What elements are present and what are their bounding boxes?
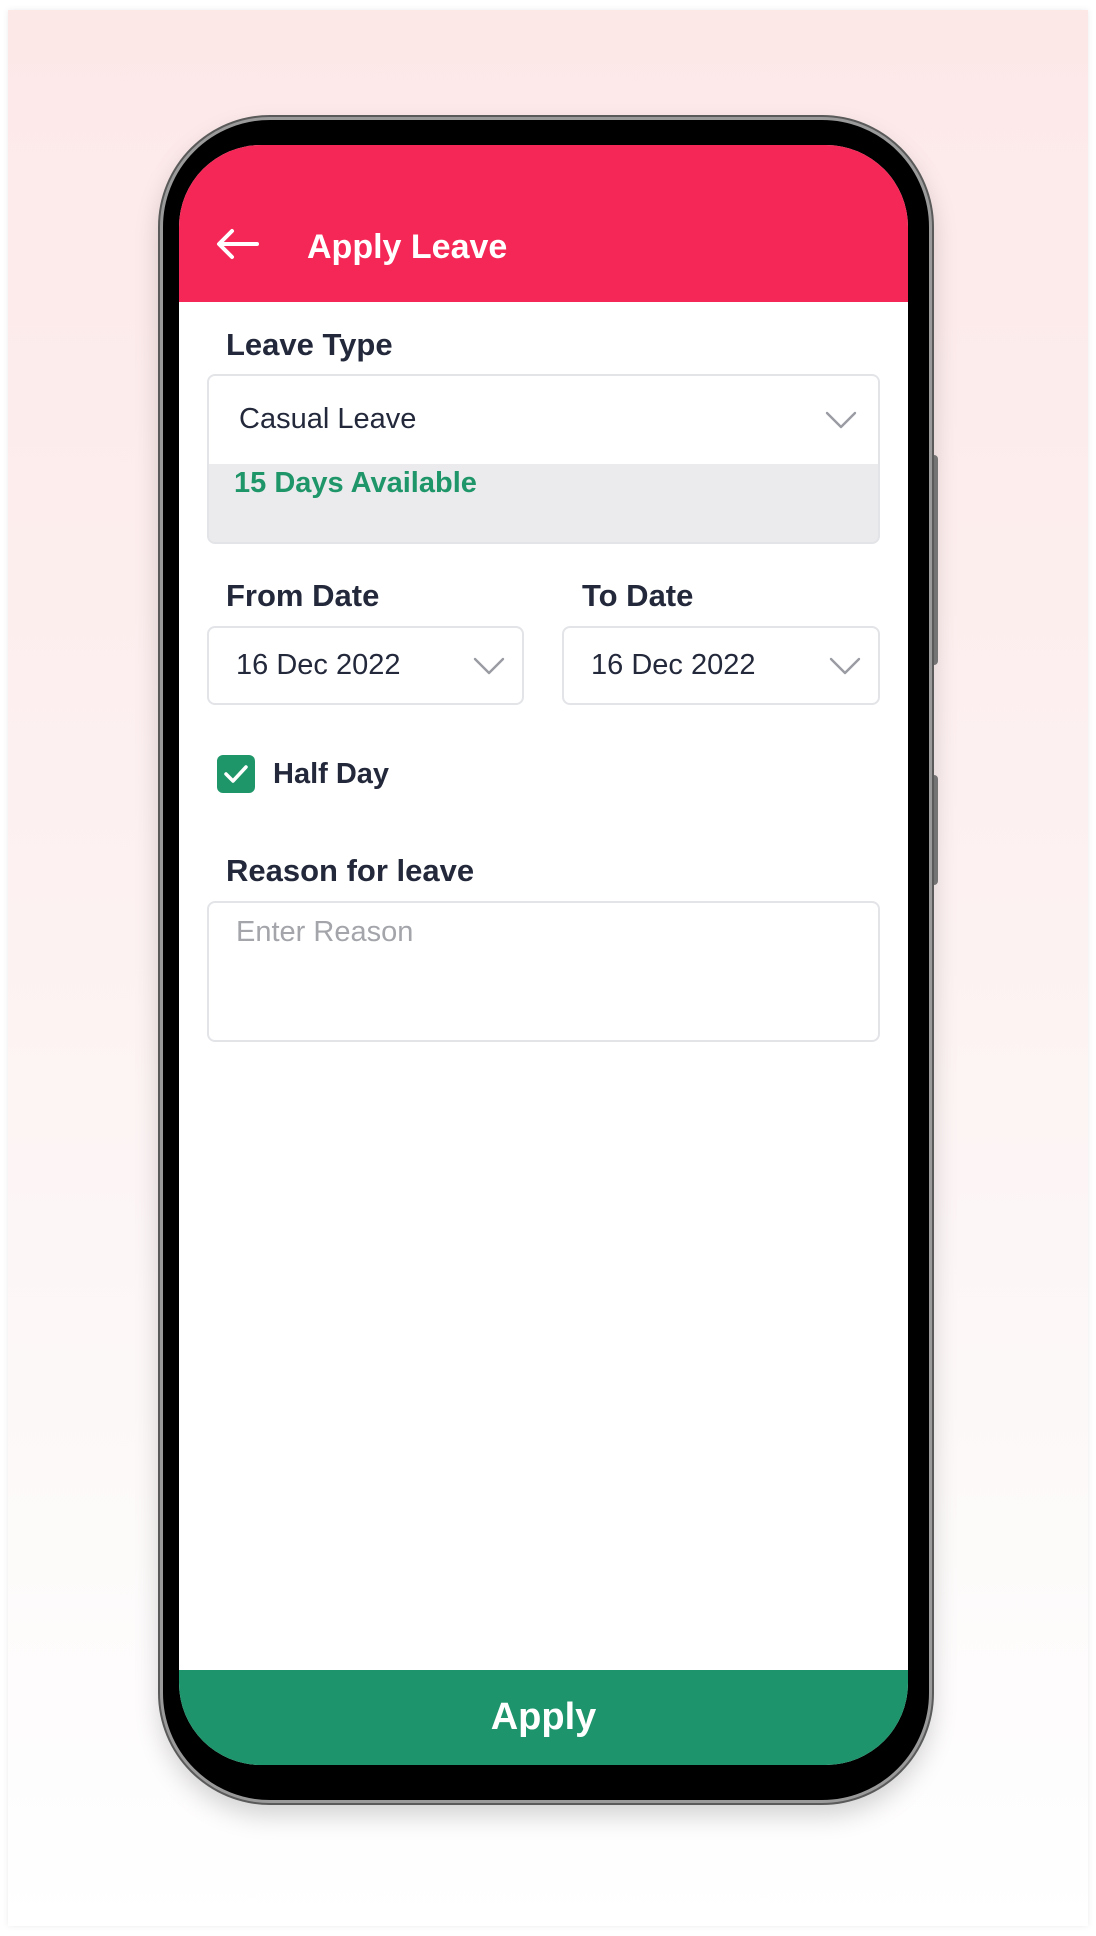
- to-date-label: To Date: [582, 578, 694, 613]
- back-button[interactable]: [215, 227, 259, 261]
- reason-label: Reason for leave: [226, 853, 475, 888]
- check-icon: [224, 765, 248, 783]
- reason-textarea[interactable]: Enter Reason: [207, 901, 880, 1042]
- to-date-dropdown[interactable]: 16 Dec 2022: [562, 626, 880, 705]
- half-day-checkbox[interactable]: [217, 755, 255, 793]
- apply-button[interactable]: Apply: [179, 1670, 908, 1765]
- page-title: Apply Leave: [307, 228, 508, 266]
- leave-type-card: Casual Leave 15 Days Available: [207, 374, 880, 544]
- from-date-value: 16 Dec 2022: [236, 649, 401, 681]
- half-day-label: Half Day: [273, 758, 390, 790]
- to-date-value: 16 Dec 2022: [591, 649, 756, 681]
- app-screen: Apply Leave Leave Type Casual Leave 15 D…: [179, 145, 908, 1765]
- days-available-text: 15 Days Available: [234, 467, 477, 499]
- app-bar: Apply Leave: [179, 145, 908, 302]
- leave-type-label: Leave Type: [226, 327, 393, 362]
- leave-type-value: Casual Leave: [239, 403, 417, 435]
- chevron-down-icon: [825, 411, 857, 429]
- from-date-dropdown[interactable]: 16 Dec 2022: [207, 626, 524, 705]
- chevron-down-icon: [473, 657, 505, 675]
- arrow-left-icon: [217, 229, 259, 259]
- chevron-down-icon: [829, 657, 861, 675]
- leave-type-dropdown[interactable]: Casual Leave: [209, 376, 878, 464]
- from-date-label: From Date: [226, 578, 380, 613]
- reason-placeholder: Enter Reason: [236, 916, 414, 948]
